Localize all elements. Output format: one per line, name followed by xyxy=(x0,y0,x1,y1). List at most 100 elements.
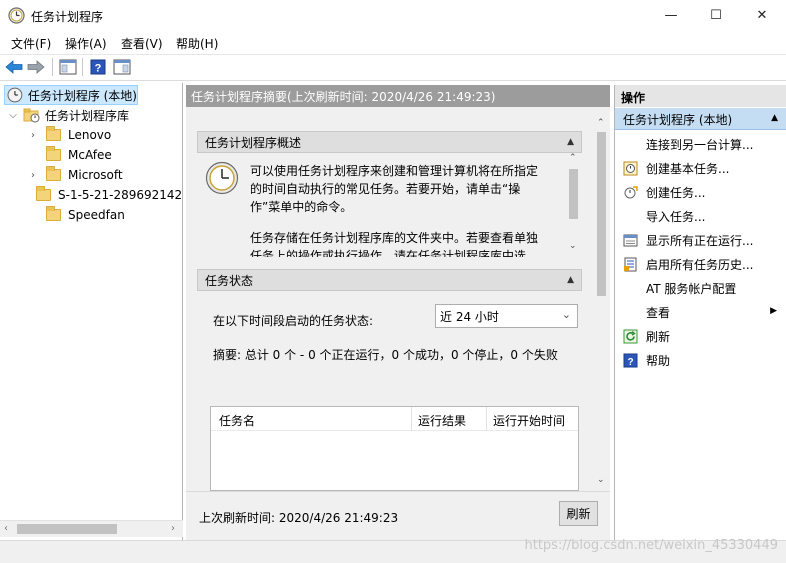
tree-item-speedfan[interactable]: Speedfan xyxy=(28,205,125,225)
action-label: 启用所有任务历史... xyxy=(646,257,754,272)
menu-help[interactable]: 帮助(H) xyxy=(176,35,218,52)
action-create-basic-task[interactable]: 创建基本任务... xyxy=(615,156,786,180)
minimize-button[interactable]: — xyxy=(648,0,694,31)
help-icon: ? xyxy=(90,59,106,75)
action-label: 刷新 xyxy=(646,329,671,344)
tree-item-microsoft[interactable]: › Microsoft xyxy=(28,165,123,185)
console-tree-icon xyxy=(59,59,77,75)
action-help[interactable]: ? 帮助 xyxy=(615,348,786,372)
action-label: 连接到另一台计算... xyxy=(646,137,754,152)
chevron-down-icon[interactable]: ⌵ xyxy=(8,110,18,121)
collapse-up-icon[interactable]: ▲ xyxy=(567,275,574,285)
menu-file[interactable]: 文件(F) xyxy=(11,35,51,52)
menu-view[interactable]: 查看(V) xyxy=(121,35,163,52)
scroll-up-icon[interactable]: ⌃ xyxy=(597,118,605,128)
action-view[interactable]: 查看 ▶ xyxy=(615,300,786,324)
menu-action[interactable]: 操作(A) xyxy=(65,35,107,52)
action-at-service-config[interactable]: AT 服务帐户配置 xyxy=(615,276,786,300)
tree-item-label: 任务计划程序 (本地) xyxy=(27,88,137,103)
action-show-running[interactable]: 显示所有正在运行... xyxy=(615,228,786,252)
big-clock-icon xyxy=(205,161,239,195)
forward-arrow-icon xyxy=(27,60,45,74)
section-title: 任务计划程序概述 xyxy=(205,135,302,150)
folder-icon xyxy=(46,206,61,221)
tree-item-label: 任务计划程序库 xyxy=(45,108,130,123)
toolbar-separator xyxy=(82,58,83,76)
tree-item-label: McAfee xyxy=(68,148,112,162)
overview-scrollbar[interactable]: ⌃ ⌄ xyxy=(565,153,582,257)
status-period-dropdown[interactable]: 近 24 小时 ⌄ xyxy=(435,304,578,328)
action-label: 显示所有正在运行... xyxy=(646,233,754,248)
tree-item-mcafee[interactable]: McAfee xyxy=(28,145,112,165)
summary-footer: 上次刷新时间: 2020/4/26 21:49:23 刷新 xyxy=(186,491,610,540)
scrollbar-thumb[interactable] xyxy=(17,524,117,534)
table-header-row: 任务名 运行结果 运行开始时间 xyxy=(211,407,578,431)
status-summary: 摘要: 总计 0 个 - 0 个正在运行，0 个成功，0 个停止，0 个失败 xyxy=(213,348,558,362)
summary-header: 任务计划程序摘要(上次刷新时间: 2020/4/26 21:49:23) xyxy=(186,85,610,107)
scroll-right-icon[interactable]: › xyxy=(171,523,175,534)
scroll-left-icon[interactable]: ‹ xyxy=(4,523,8,534)
help-icon: ? xyxy=(622,352,638,368)
submenu-arrow-icon[interactable]: ▶ xyxy=(770,306,777,316)
console-tree: 任务计划程序 (本地) ⌵ 任务计划程序库 › Lenovo McAfee › … xyxy=(0,83,183,540)
text-line: 任务上的操作或执行操作，请在任务计划程序库中选 xyxy=(250,249,527,257)
tree-item-root[interactable]: 任务计划程序 (本地) xyxy=(4,85,138,105)
back-arrow-icon xyxy=(5,60,23,74)
scrollbar-thumb[interactable] xyxy=(597,132,606,296)
folder-icon xyxy=(36,186,51,201)
scrollbar-thumb[interactable] xyxy=(569,169,578,219)
scroll-down-icon[interactable]: ⌄ xyxy=(569,241,577,251)
forward-button[interactable] xyxy=(26,58,46,76)
toolbar-separator xyxy=(52,58,53,76)
status-section-header[interactable]: 任务状态 ▲ xyxy=(197,269,582,291)
collapse-up-icon[interactable]: ▲ xyxy=(567,137,574,147)
action-label: 帮助 xyxy=(646,353,671,368)
action-label: 创建基本任务... xyxy=(646,161,730,176)
column-header-task-name[interactable]: 任务名 xyxy=(219,412,255,429)
show-hide-action-pane-button[interactable] xyxy=(112,58,132,76)
show-hide-tree-button[interactable] xyxy=(58,58,78,76)
last-refresh-label: 上次刷新时间: 2020/4/26 21:49:23 xyxy=(199,511,399,525)
window-title: 任务计划程序 xyxy=(31,10,104,24)
maximize-button[interactable]: ☐ xyxy=(693,0,739,31)
summary-vertical-scrollbar[interactable]: ⌃ ⌄ xyxy=(593,118,610,491)
close-button[interactable]: ✕ xyxy=(739,0,785,31)
column-header-start-time[interactable]: 运行开始时间 xyxy=(493,412,565,429)
scroll-up-icon[interactable]: ⌃ xyxy=(569,153,577,163)
chevron-down-icon[interactable]: ⌄ xyxy=(562,308,571,321)
chevron-right-icon[interactable]: › xyxy=(28,170,38,181)
actions-header: 操作 xyxy=(615,85,786,107)
chevron-right-icon[interactable]: › xyxy=(28,130,38,141)
action-create-task[interactable]: 创建任务... xyxy=(615,180,786,204)
overview-paragraph-2: 任务存储在任务计划程序库的文件夹中。若要查看单独 任务上的操作或执行操作，请在任… xyxy=(250,229,538,257)
tree-item-lenovo[interactable]: › Lenovo xyxy=(28,125,111,145)
watermark-text: https://blog.csdn.net/weixin_45330449 xyxy=(524,538,778,553)
tree-item-sid[interactable]: S-1-5-21-289692142 xyxy=(28,185,182,205)
text-line: 任务存储在任务计划程序库的文件夹中。若要查看单独 xyxy=(250,231,539,245)
text-line: 可以使用任务计划程序来创建和管理计算机将在所指定 xyxy=(250,164,539,178)
tree-item-library[interactable]: ⌵ 任务计划程序库 xyxy=(8,105,129,125)
actions-group-header[interactable]: 任务计划程序 (本地) ▲ xyxy=(615,108,786,130)
collapse-up-icon[interactable]: ▲ xyxy=(771,113,778,123)
folder-icon xyxy=(46,166,61,181)
back-button[interactable] xyxy=(4,58,24,76)
action-enable-history[interactable]: 启用所有任务历史... xyxy=(615,252,786,276)
overview-section-header[interactable]: 任务计划程序概述 ▲ xyxy=(197,131,582,153)
refresh-button[interactable]: 刷新 xyxy=(559,501,598,526)
action-connect[interactable]: 连接到另一台计算... xyxy=(615,132,786,156)
overview-paragraph-1: 可以使用任务计划程序来创建和管理计算机将在所指定 的时间自动执行的常见任务。若要… xyxy=(250,162,538,216)
scroll-down-icon[interactable]: ⌄ xyxy=(597,475,605,485)
tree-horizontal-scrollbar[interactable]: ‹ › xyxy=(0,520,183,537)
svg-text:?: ? xyxy=(95,63,102,75)
help-button[interactable]: ? xyxy=(88,58,108,76)
action-refresh[interactable]: 刷新 xyxy=(615,324,786,348)
column-divider xyxy=(411,407,412,431)
action-import-task[interactable]: 导入任务... xyxy=(615,204,786,228)
basic-task-icon xyxy=(622,160,638,176)
action-pane-icon xyxy=(113,59,131,75)
tree-item-label: Lenovo xyxy=(68,128,112,142)
status-filter-label: 在以下时间段启动的任务状态: xyxy=(213,314,374,328)
folder-icon xyxy=(46,146,61,161)
column-header-run-result[interactable]: 运行结果 xyxy=(418,412,466,429)
overview-content: 可以使用任务计划程序来创建和管理计算机将在所指定 的时间自动执行的常见任务。若要… xyxy=(197,153,582,257)
